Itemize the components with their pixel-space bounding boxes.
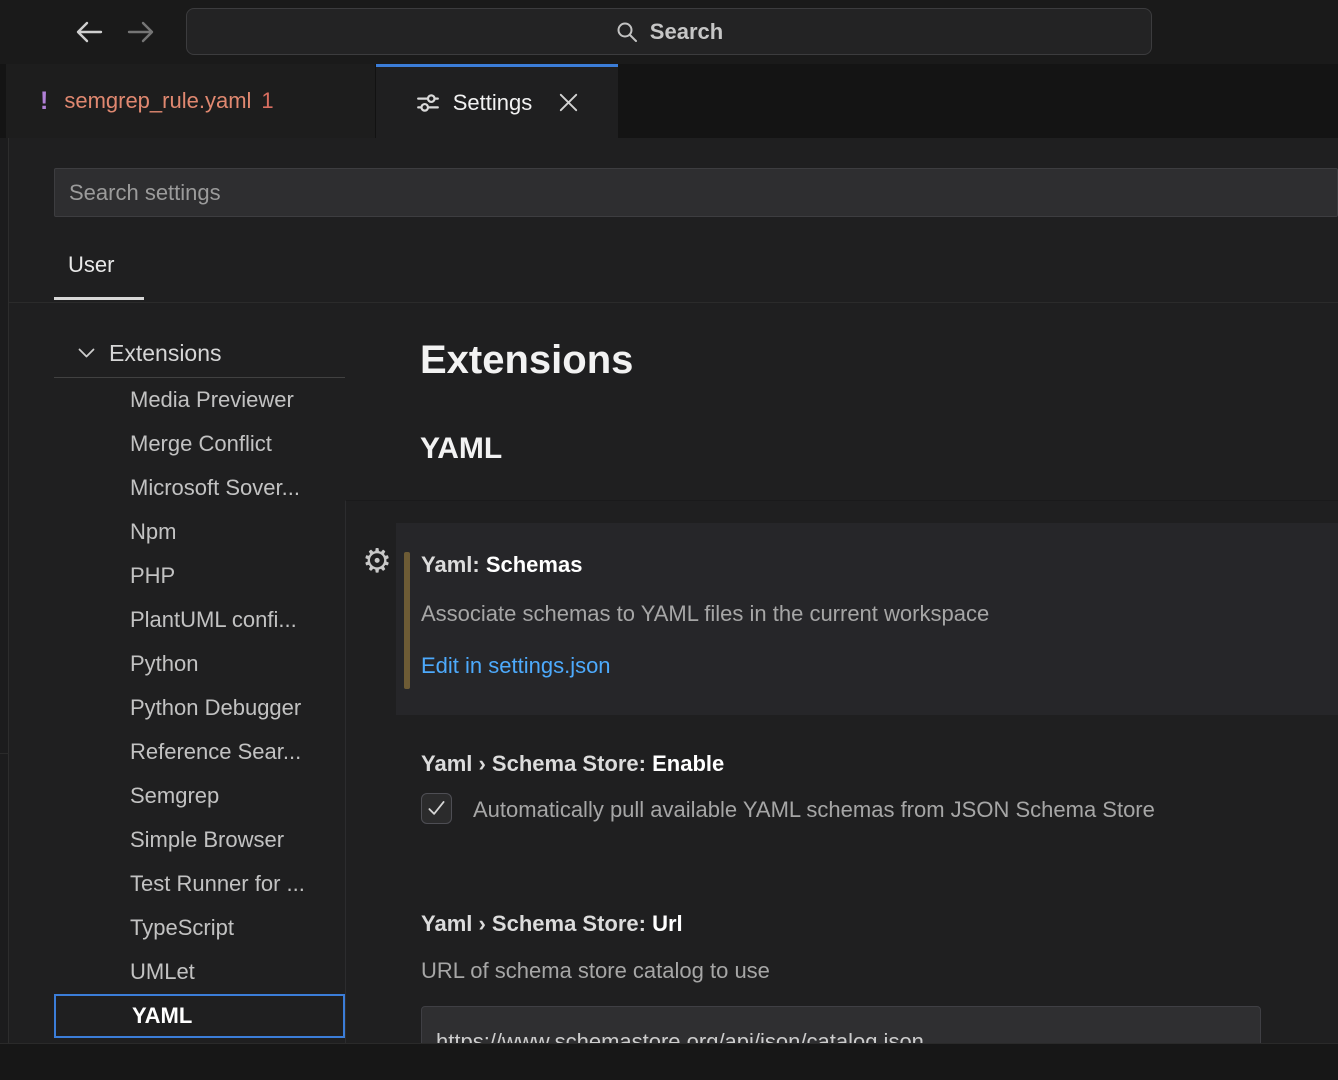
setting-title-schema-store-url: Yaml › Schema Store: Url: [421, 910, 683, 938]
rail-divider: [0, 753, 9, 754]
navigate-forward-button[interactable]: [124, 16, 158, 48]
edit-in-settings-json-link[interactable]: Edit in settings.json: [421, 652, 611, 680]
toc-item-microsoft-sover[interactable]: Microsoft Sover...: [54, 466, 345, 510]
close-icon: [559, 93, 578, 112]
toc-item-npm[interactable]: Npm: [54, 510, 345, 554]
toc-item-simple-browser[interactable]: Simple Browser: [54, 818, 345, 862]
setting-category: Yaml › Schema Store:: [421, 751, 646, 776]
toc-item-python[interactable]: Python: [54, 642, 345, 686]
toc-item-python-debugger[interactable]: Python Debugger: [54, 686, 345, 730]
tab-settings-label: Settings: [453, 90, 533, 116]
toc-item-php[interactable]: PHP: [54, 554, 345, 598]
scope-tab-underline: [54, 297, 144, 300]
settings-toc: Extensions Media Previewer Merge Conflic…: [54, 330, 345, 1041]
setting-description: Automatically pull available YAML schema…: [473, 796, 1155, 824]
settings-sliders-icon: [416, 91, 440, 115]
toc-item-plantuml[interactable]: PlantUML confi...: [54, 598, 345, 642]
setting-category: Yaml:: [421, 552, 480, 577]
settings-search-input[interactable]: [54, 168, 1338, 217]
search-label: Search: [650, 19, 723, 45]
tab-semgrep-rule-yaml[interactable]: ! semgrep_rule.yaml 1: [6, 64, 376, 138]
setting-name: Enable: [652, 751, 724, 776]
settings-editor: User Extensions Media Previewer Merge Co…: [9, 138, 1338, 1043]
scope-tab-user[interactable]: User: [68, 252, 114, 278]
toc-item-umlet[interactable]: UMLet: [54, 950, 345, 994]
chevron-down-icon[interactable]: [78, 348, 95, 359]
vscode-window: Search ! semgrep_rule.yaml 1 Settings: [0, 0, 1338, 1080]
toc-item-merge-conflict[interactable]: Merge Conflict: [54, 422, 345, 466]
arrow-left-icon: [74, 18, 104, 46]
toc-list: Media Previewer Merge Conflict Microsoft…: [54, 378, 345, 1038]
title-bar: Search: [0, 0, 1338, 64]
setting-title-schema-store-enable: Yaml › Schema Store: Enable: [421, 750, 724, 778]
setting-title-schemas: Yaml: Schemas: [421, 551, 582, 579]
setting-name: Schemas: [486, 552, 583, 577]
setting-name: Url: [652, 911, 683, 936]
tab-settings[interactable]: Settings: [376, 64, 618, 138]
toc-item-semgrep[interactable]: Semgrep: [54, 774, 345, 818]
panel-edge: [0, 1043, 1338, 1080]
left-rail: [0, 138, 9, 1043]
search-icon: [615, 20, 639, 44]
setting-description: URL of schema store catalog to use: [421, 957, 770, 985]
close-tab-button[interactable]: [559, 93, 578, 112]
setting-category: Yaml › Schema Store:: [421, 911, 646, 936]
schema-store-enable-checkbox[interactable]: [421, 793, 452, 824]
check-icon: [427, 800, 446, 817]
scope-divider: [9, 302, 1338, 303]
toc-item-media-previewer[interactable]: Media Previewer: [54, 378, 345, 422]
schema-store-url-input[interactable]: [421, 1006, 1261, 1043]
toc-item-typescript[interactable]: TypeScript: [54, 906, 345, 950]
toc-root-label: Extensions: [109, 340, 222, 367]
tab-file-label: semgrep_rule.yaml: [64, 88, 251, 114]
command-center-search[interactable]: Search: [186, 8, 1152, 55]
page-title: Extensions: [420, 338, 633, 383]
section-title: YAML: [420, 432, 502, 466]
settings-list: ⚙ Yaml: Schemas Associate schemas to YAM…: [345, 500, 1338, 1043]
problem-count-badge: 1: [261, 88, 273, 114]
arrow-right-icon: [126, 18, 156, 46]
toc-root-extensions[interactable]: Extensions: [54, 330, 345, 377]
toc-item-test-runner[interactable]: Test Runner for ...: [54, 862, 345, 906]
problem-indicator-icon: !: [40, 87, 48, 116]
toc-item-reference-search[interactable]: Reference Sear...: [54, 730, 345, 774]
setting-description: Associate schemas to YAML files in the c…: [421, 600, 989, 628]
editor-tab-bar: ! semgrep_rule.yaml 1 Settings: [0, 64, 1338, 138]
navigate-back-button[interactable]: [72, 16, 106, 48]
modified-indicator: [404, 552, 410, 689]
gear-icon[interactable]: ⚙: [357, 541, 397, 581]
toc-item-yaml-selected[interactable]: YAML: [54, 994, 345, 1038]
